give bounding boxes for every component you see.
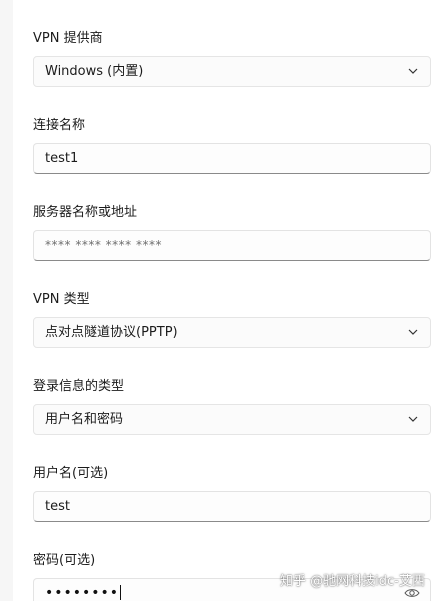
add-vpn-connection-form: VPN 提供商 Windows (内置) 连接名称 test1 服务器名称或地址… <box>0 0 436 601</box>
watermark-text: 知乎 @驰网科技idc-艾西 <box>280 574 425 589</box>
username-input[interactable]: test <box>33 491 431 522</box>
vpn-type-value: 点对点隧道协议(PPTP) <box>45 325 178 340</box>
chevron-down-icon <box>408 329 418 335</box>
vpn-type-label: VPN 类型 <box>33 292 90 307</box>
username-value: test <box>45 499 70 514</box>
vpn-provider-select[interactable]: Windows (内置) <box>33 56 431 87</box>
connection-name-label: 连接名称 <box>33 118 86 133</box>
server-address-value: **** **** **** **** <box>45 238 162 252</box>
chevron-down-icon <box>408 416 418 422</box>
username-label: 用户名(可选) <box>33 466 109 481</box>
connection-name-input[interactable]: test1 <box>33 143 431 174</box>
vpn-provider-value: Windows (内置) <box>45 64 144 79</box>
text-caret <box>120 585 122 600</box>
sign-in-type-select[interactable]: 用户名和密码 <box>33 404 431 435</box>
sign-in-type-label: 登录信息的类型 <box>33 379 125 394</box>
server-address-label: 服务器名称或地址 <box>33 205 138 220</box>
chevron-down-icon <box>408 68 418 74</box>
sign-in-type-value: 用户名和密码 <box>45 412 124 427</box>
server-address-input[interactable]: **** **** **** **** <box>33 230 431 261</box>
vpn-type-select[interactable]: 点对点隧道协议(PPTP) <box>33 317 431 348</box>
password-label: 密码(可选) <box>33 553 96 568</box>
connection-name-value: test1 <box>45 151 79 166</box>
vpn-provider-label: VPN 提供商 <box>33 31 103 46</box>
dialog-edge <box>0 0 13 601</box>
password-value: •••••••• <box>45 585 120 601</box>
